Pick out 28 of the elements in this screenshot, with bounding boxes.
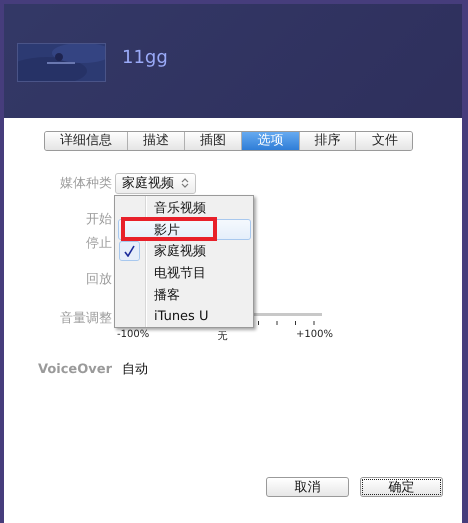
- field-label: 停止: [85, 235, 112, 252]
- ok-button[interactable]: 确定: [360, 477, 443, 497]
- volume-slider-track[interactable]: [254, 313, 322, 316]
- field-label: 回放: [85, 271, 112, 288]
- menu-item[interactable]: 影片: [118, 218, 251, 240]
- field-label: 开始: [85, 211, 112, 228]
- tab[interactable]: 描述: [128, 132, 185, 150]
- up-down-arrows-icon: [181, 177, 189, 189]
- field-value: 自动: [122, 361, 148, 378]
- field-label: 媒体种类: [59, 175, 112, 192]
- tab[interactable]: 详细信息: [45, 132, 128, 150]
- tab[interactable]: 排序: [300, 132, 356, 150]
- menu-item[interactable]: iTunes U: [118, 305, 251, 328]
- checkmark-icon: [124, 245, 135, 258]
- menu-item[interactable]: 音乐视频: [118, 197, 251, 219]
- cancel-button[interactable]: 取消: [266, 477, 349, 497]
- tick-label: 无: [218, 330, 228, 343]
- menu-item[interactable]: 电视节目: [118, 262, 251, 284]
- tick-label: -100%: [117, 329, 150, 342]
- tab[interactable]: 插图: [185, 132, 242, 150]
- tick-label: +100%: [296, 329, 333, 342]
- media-title: 11gg: [122, 47, 168, 68]
- field-label: VoiceOver: [36, 362, 112, 376]
- menu-item[interactable]: 家庭视频: [118, 240, 251, 262]
- tab[interactable]: 文件: [356, 132, 412, 150]
- menu-item[interactable]: 播客: [118, 284, 251, 306]
- field-label: 音量调整: [59, 310, 112, 327]
- media-kind-select[interactable]: 家庭视频: [115, 172, 196, 194]
